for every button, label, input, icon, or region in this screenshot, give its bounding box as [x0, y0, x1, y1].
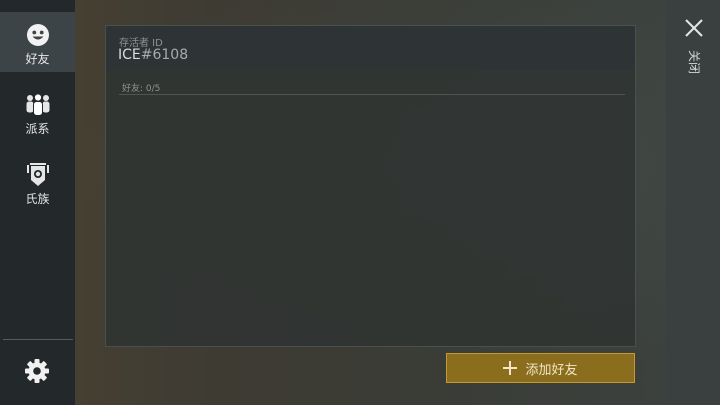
sidebar: 好友 派系 氏族: [0, 0, 75, 405]
close-icon: [685, 19, 703, 37]
friends-panel: 存活者 ID ICE#6108 好友: 0/5: [105, 25, 636, 347]
group-people-icon: [26, 93, 49, 116]
add-friend-label: 添加好友: [525, 362, 578, 378]
survivor-id-prefix: ICE: [118, 47, 141, 63]
survivor-id-number: #6108: [140, 47, 189, 63]
friends-divider: [119, 94, 625, 95]
sidebar-item-friends[interactable]: 好友: [0, 12, 75, 72]
survivor-id-header: 存活者 ID ICE#6108: [106, 26, 635, 70]
sidebar-divider: [3, 339, 73, 340]
smiley-face-icon: [26, 24, 49, 46]
sidebar-item-clan[interactable]: 氏族: [0, 152, 75, 212]
sidebar-item-label: 派系: [25, 122, 50, 136]
survivor-id-value: ICE#6108: [118, 47, 188, 63]
clan-banner-icon: [26, 163, 49, 186]
close-button[interactable]: 关闭: [681, 18, 707, 88]
sidebar-item-label: 氏族: [25, 192, 50, 206]
close-label: 关闭: [687, 50, 701, 75]
sidebar-item-faction[interactable]: 派系: [0, 82, 75, 142]
add-friend-button[interactable]: 添加好友: [446, 353, 635, 383]
friends-count: 好友: 0/5: [122, 84, 161, 94]
gear-icon[interactable]: [22, 356, 52, 386]
plus-icon: [503, 361, 518, 375]
sidebar-item-label: 好友: [25, 52, 50, 66]
